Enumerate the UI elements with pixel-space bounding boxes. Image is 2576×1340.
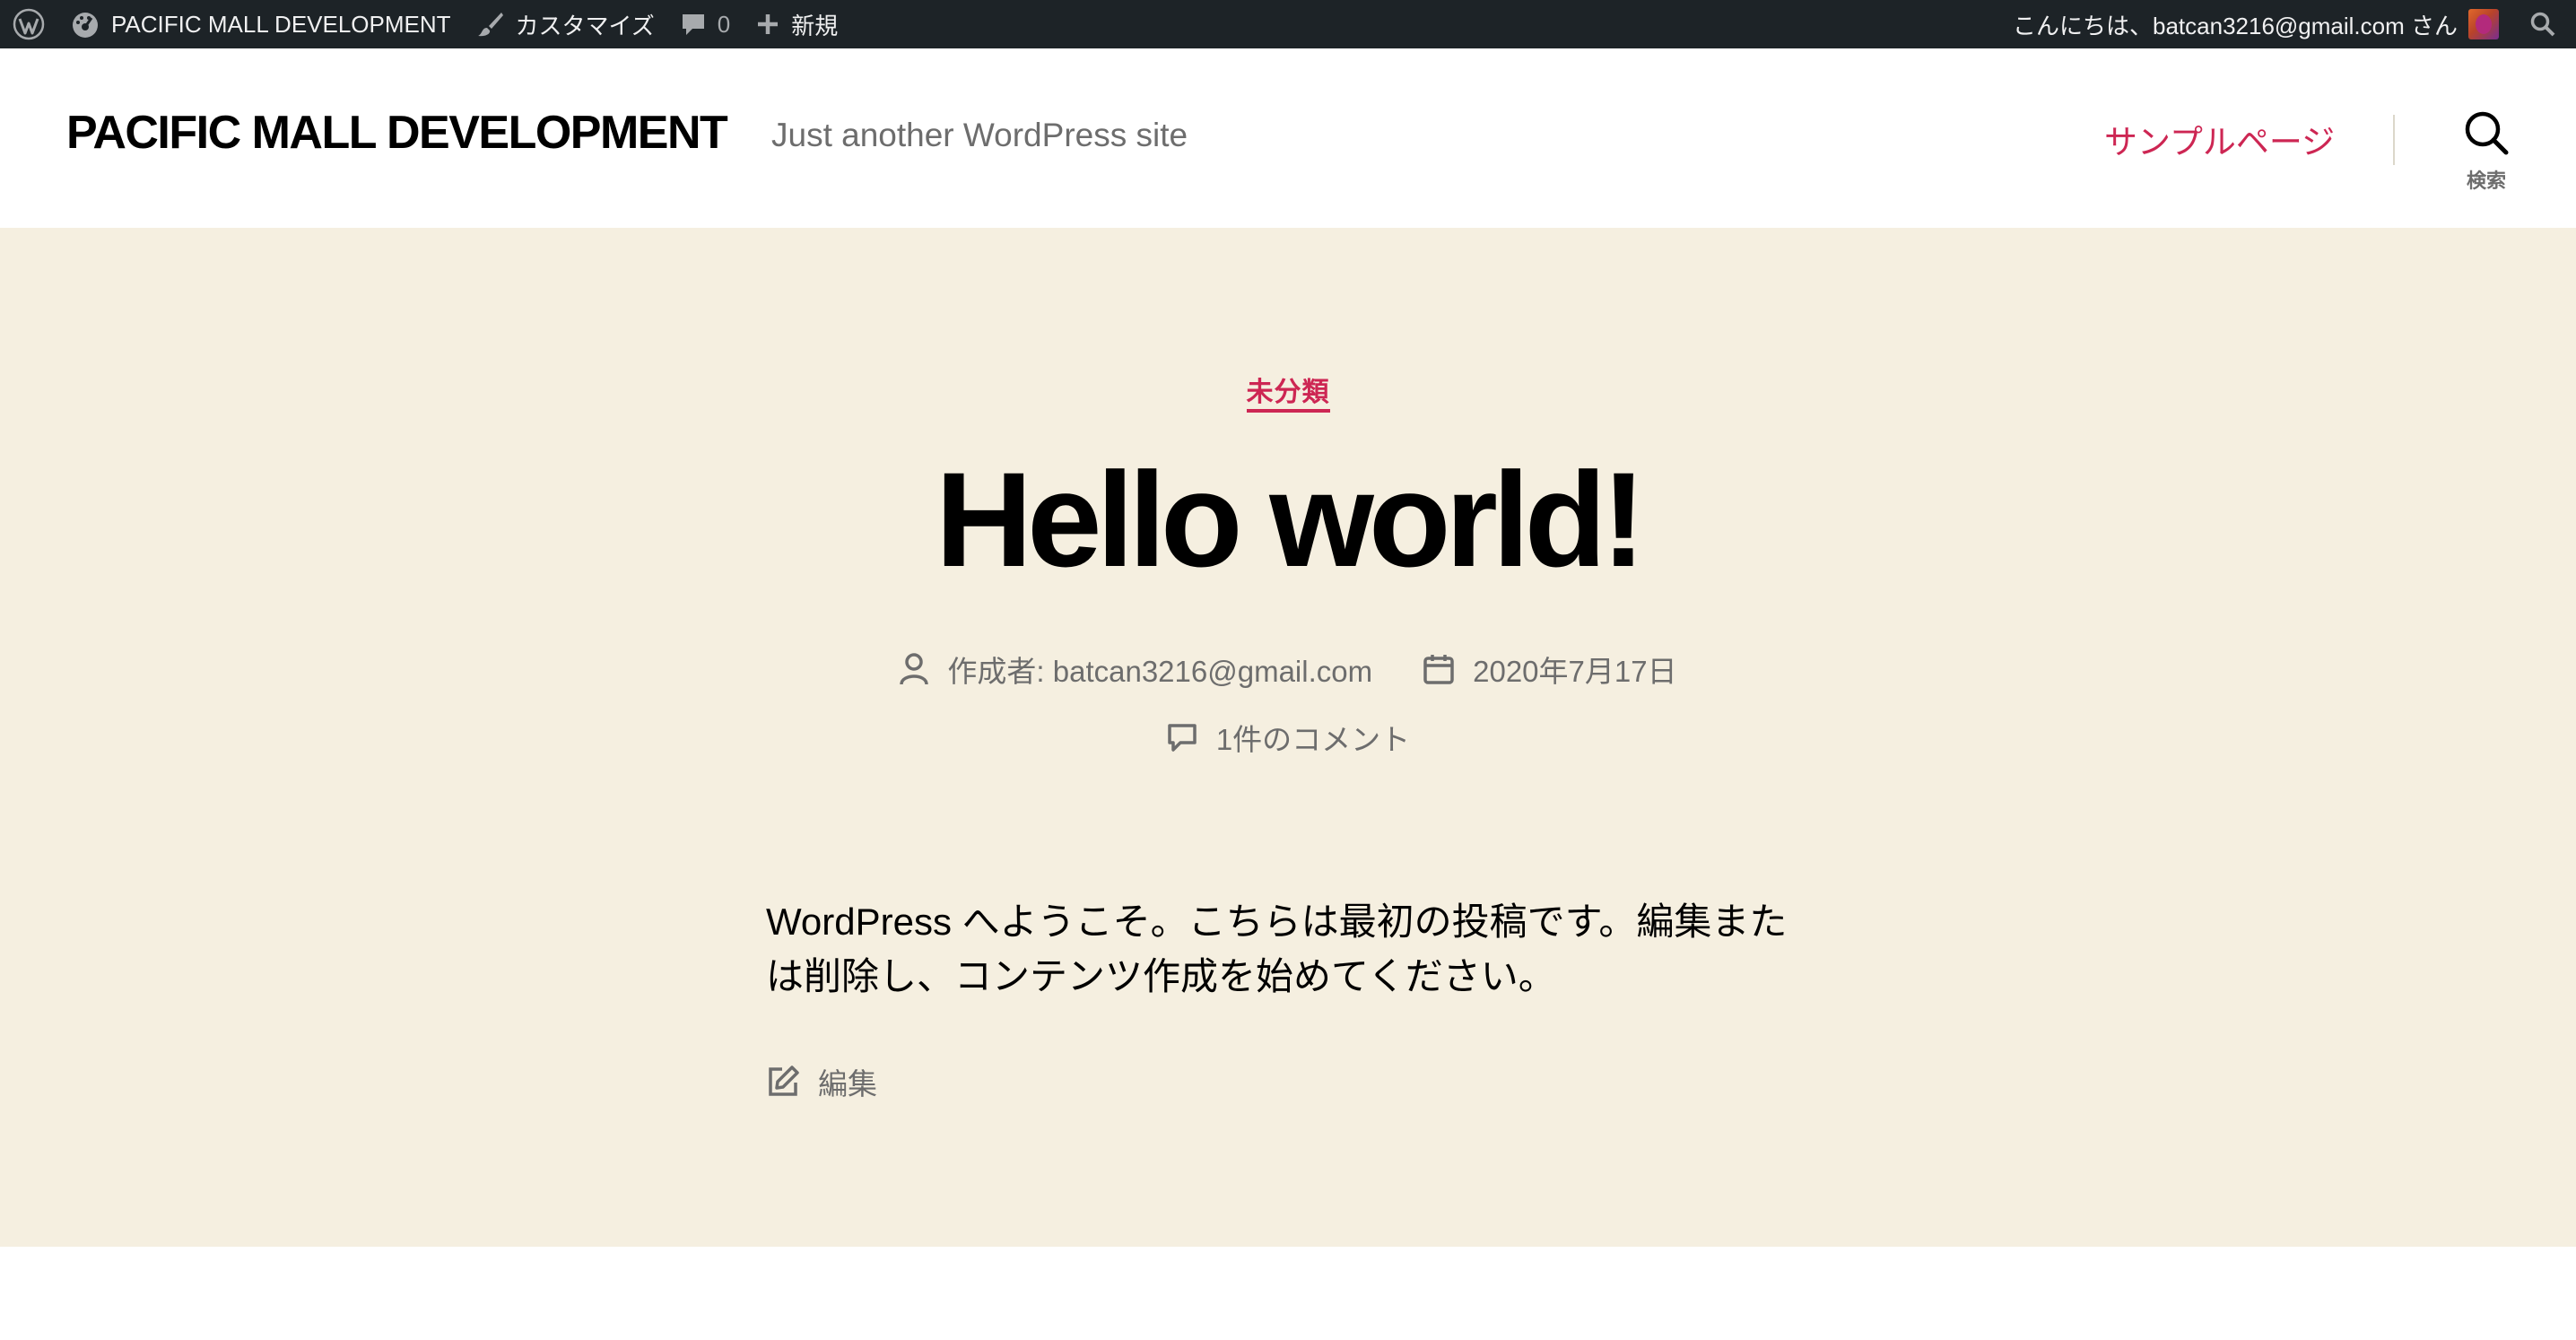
search-toggle-button[interactable]: 検索 [2440, 109, 2533, 199]
admin-bar-comments-count: 0 [717, 10, 731, 38]
site-description: Just another WordPress site [771, 117, 1188, 153]
post-meta-row-comments: 1件のコメント [0, 716, 2576, 759]
post-date-link[interactable]: 2020年7月17日 [1473, 648, 1676, 691]
post-date: 2020年7月17日 [1423, 648, 1677, 691]
user-icon [900, 653, 929, 685]
edit-post-link[interactable]: 編集 [766, 1060, 877, 1103]
site-header: PACIFIC MALL DEVELOPMENT Just another Wo… [0, 48, 2576, 228]
admin-bar-search-button[interactable] [2522, 0, 2576, 48]
site-title[interactable]: PACIFIC MALL DEVELOPMENT [66, 106, 728, 160]
nav-link-sample-page[interactable]: サンプルページ [2104, 115, 2335, 163]
comment-icon [1168, 724, 1197, 752]
nav-divider [2393, 115, 2395, 165]
post-comments: 1件のコメント [1166, 716, 1410, 759]
category-link[interactable]: 未分類 [1246, 378, 1330, 413]
calendar-icon [1423, 655, 1454, 684]
post-title: Hello world! [935, 444, 1646, 595]
post-meta-row: 作成者: batcan3216@gmail.com 2020年7月17日 [0, 648, 2576, 691]
comment-bubble-icon [682, 14, 704, 35]
edit-post-label: 編集 [818, 1067, 877, 1101]
edit-icon [769, 1066, 799, 1096]
admin-bar-greeting: こんにちは、batcan3216@gmail.com さん [2013, 12, 2458, 39]
post-category: 未分類 [0, 370, 2576, 413]
paintbrush-icon [477, 13, 503, 37]
admin-bar-customize-label: カスタマイズ [515, 12, 655, 39]
plus-icon [758, 14, 779, 34]
admin-bar-new-label: 新規 [791, 12, 839, 39]
search-icon [2530, 12, 2555, 37]
admin-bar-customize[interactable]: カスタマイズ [464, 0, 667, 48]
admin-bar: PACIFIC MALL DEVELOPMENT カスタマイズ 0 新規 こんに… [0, 0, 2576, 48]
avatar [2468, 9, 2499, 39]
post-comments-link[interactable]: 1件のコメント [1216, 716, 1410, 759]
admin-bar-account[interactable]: こんにちは、batcan3216@gmail.com さん [2000, 0, 2522, 48]
admin-bar-new[interactable]: 新規 [743, 0, 850, 48]
admin-bar-right: こんにちは、batcan3216@gmail.com さん [2000, 0, 2576, 48]
post-content: WordPress へようこそ。こちらは最初の投稿です。編集または削除し、コンテ… [766, 901, 1788, 997]
post-author-link[interactable]: 作成者: batcan3216@gmail.com [947, 648, 1372, 691]
search-toggle-label: 検索 [2466, 170, 2506, 192]
admin-bar-left: PACIFIC MALL DEVELOPMENT カスタマイズ 0 新規 [0, 0, 850, 48]
wordpress-logo-button[interactable] [0, 0, 57, 48]
wordpress-icon [13, 8, 45, 40]
admin-bar-site-name[interactable]: PACIFIC MALL DEVELOPMENT [57, 0, 464, 48]
admin-bar-site-name-label: PACIFIC MALL DEVELOPMENT [111, 10, 451, 38]
admin-bar-comments[interactable]: 0 [667, 0, 743, 48]
post-author: 作成者: batcan3216@gmail.com [899, 648, 1372, 691]
post-band: 未分類 Hello world! 作成者: batcan3216@gmail.c… [0, 228, 2576, 1247]
search-icon [2465, 111, 2509, 155]
dashboard-gauge-icon [73, 13, 98, 38]
